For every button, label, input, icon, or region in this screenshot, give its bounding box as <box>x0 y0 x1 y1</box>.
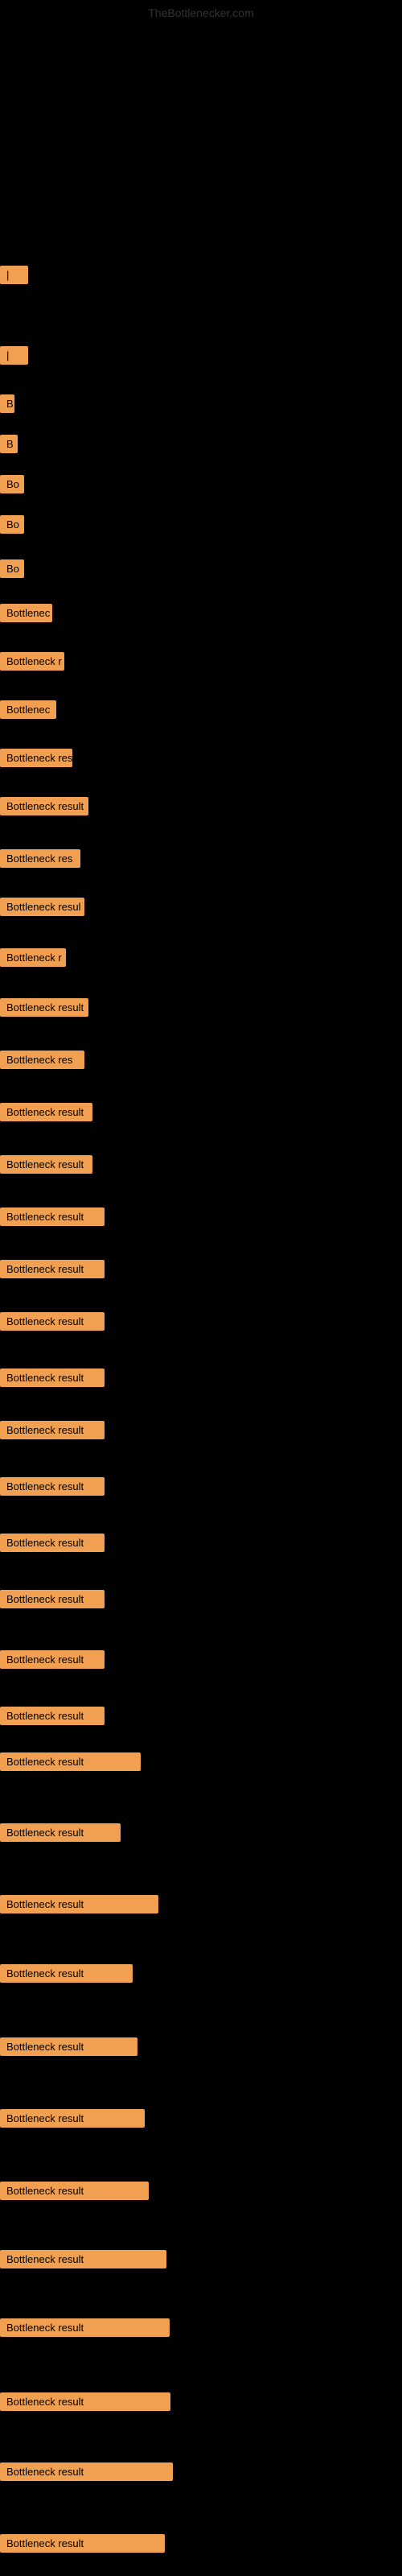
bottleneck-result-item: Bottleneck result <box>0 2109 145 2128</box>
bottleneck-result-item: | <box>0 346 28 365</box>
bottleneck-result-item: Bottleneck result <box>0 1477 105 1496</box>
bottleneck-result-item: Bottleneck res <box>0 1051 84 1069</box>
bottleneck-result-item: Bottleneck result <box>0 2534 165 2553</box>
bottleneck-result-item: Bottleneck result <box>0 1421 105 1439</box>
bottleneck-result-item: Bottleneck result <box>0 1368 105 1387</box>
bottleneck-result-item: Bo <box>0 515 24 534</box>
site-title: TheBottlenecker.com <box>148 6 254 19</box>
bottleneck-result-item: Bo <box>0 475 24 493</box>
bottleneck-result-item: Bottleneck result <box>0 2250 166 2268</box>
bottleneck-result-item: Bottleneck result <box>0 2462 173 2481</box>
bottleneck-result-item: Bottleneck result <box>0 1707 105 1725</box>
bottleneck-result-item: Bo <box>0 559 24 578</box>
bottleneck-result-item: Bottleneck result <box>0 2182 149 2200</box>
bottleneck-result-item: Bottleneck r <box>0 948 66 967</box>
bottleneck-result-item: Bottleneck result <box>0 1534 105 1552</box>
bottleneck-result-item: Bottleneck r <box>0 652 64 671</box>
bottleneck-result-item: | <box>0 266 28 284</box>
bottleneck-result-item: Bottleneck result <box>0 1823 121 1842</box>
bottleneck-result-item: Bottleneck result <box>0 1155 92 1174</box>
bottleneck-result-item: Bottleneck result <box>0 1312 105 1331</box>
bottleneck-result-item: Bottlenec <box>0 700 56 719</box>
bottleneck-result-item: Bottleneck result <box>0 1895 158 1913</box>
bottleneck-result-item: Bottleneck result <box>0 1260 105 1278</box>
bottleneck-result-item: Bottleneck result <box>0 1590 105 1608</box>
bottleneck-result-item: Bottleneck result <box>0 998 88 1017</box>
bottleneck-result-item: Bottleneck result <box>0 2037 137 2056</box>
bottleneck-result-item: Bottleneck result <box>0 1752 141 1771</box>
bottleneck-result-item: Bottleneck resul <box>0 898 84 916</box>
bottleneck-result-item: Bottleneck result <box>0 1103 92 1121</box>
bottleneck-result-item: Bottleneck result <box>0 1208 105 1226</box>
bottleneck-result-item: Bottlenec <box>0 604 52 622</box>
bottleneck-result-item: B <box>0 435 18 453</box>
bottleneck-result-item: Bottleneck result <box>0 2392 170 2411</box>
bottleneck-result-item: Bottleneck result <box>0 1650 105 1669</box>
bottleneck-result-item: B <box>0 394 14 413</box>
bottleneck-result-item: Bottleneck result <box>0 2318 170 2337</box>
bottleneck-result-item: Bottleneck result <box>0 1964 133 1983</box>
bottleneck-result-item: Bottleneck res <box>0 849 80 868</box>
bottleneck-result-item: Bottleneck res <box>0 749 72 767</box>
bottleneck-result-item: Bottleneck result <box>0 797 88 815</box>
